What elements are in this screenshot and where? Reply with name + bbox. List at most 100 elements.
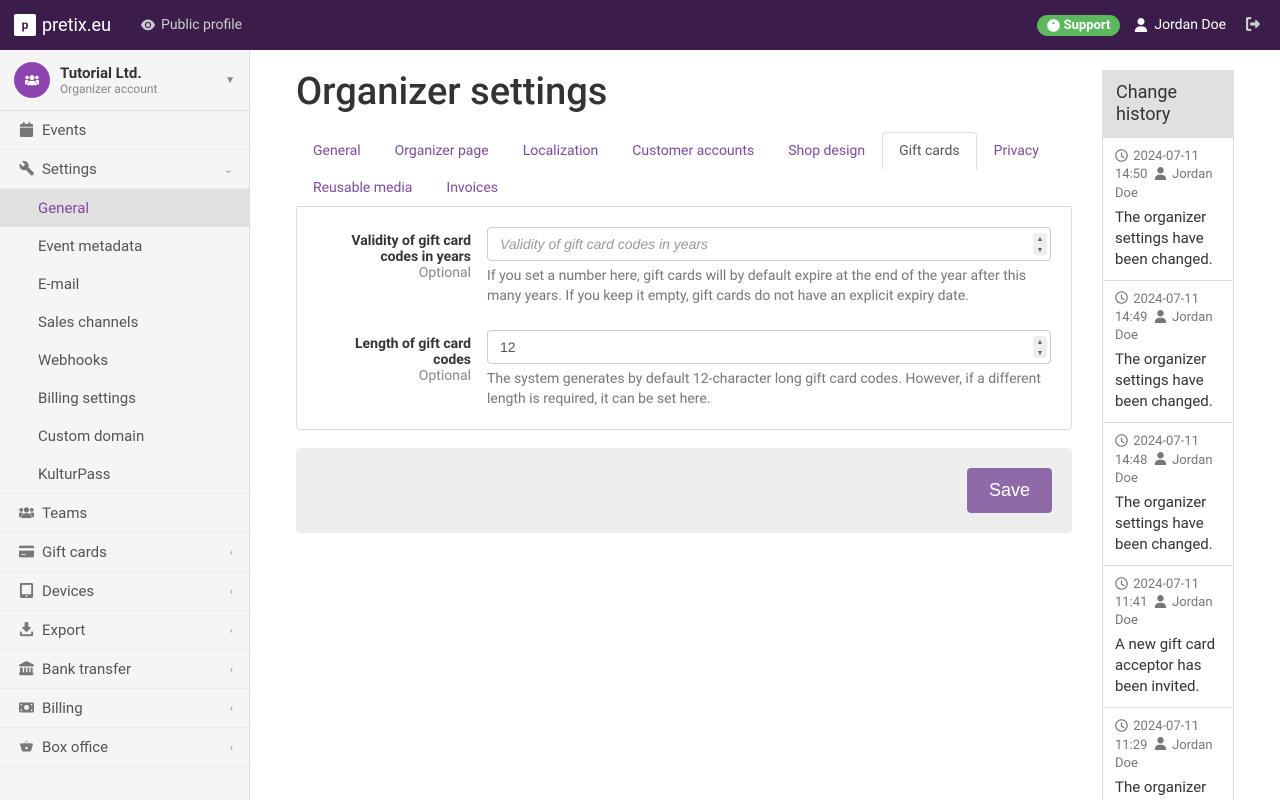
chevron-left-icon: ‹ <box>230 741 233 754</box>
sidebar-label: Billing <box>42 699 83 717</box>
org-avatar-icon <box>14 62 50 98</box>
save-bar: Save <box>296 448 1072 533</box>
money-icon <box>16 699 36 717</box>
basket-icon <box>16 738 36 756</box>
user-name: Jordan Doe <box>1154 17 1226 33</box>
validity-help: If you set a number here, gift cards wil… <box>487 267 1051 306</box>
org-switcher[interactable]: Tutorial Ltd. Organizer account ▼ <box>0 50 249 111</box>
sidebar-subitem-custom-domain[interactable]: Custom domain <box>0 417 249 455</box>
sidebar-subitem-kulturpass[interactable]: KulturPass <box>0 455 249 493</box>
chevron-left-icon: ‹ <box>230 624 233 637</box>
sidebar-item-teams[interactable]: Teams <box>0 494 249 533</box>
history-title: Change history <box>1102 70 1234 137</box>
history-meta: 2024-07-11 14:48 Jordan Doe <box>1115 433 1221 488</box>
tab-shop-design[interactable]: Shop design <box>771 132 882 170</box>
sidebar-item-export[interactable]: Export ‹ <box>0 611 249 650</box>
sidebar-subitem-webhooks[interactable]: Webhooks <box>0 341 249 379</box>
history-desc: The organizer settings have been changed… <box>1115 492 1221 555</box>
length-input[interactable] <box>487 330 1051 364</box>
sidebar-subitem-email[interactable]: E-mail <box>0 265 249 303</box>
sidebar-label: Export <box>42 621 85 639</box>
sidebar-item-billing[interactable]: Billing ‹ <box>0 689 249 728</box>
sidebar-label: Gift cards <box>42 543 107 561</box>
users-icon <box>16 504 36 522</box>
clock-icon <box>1115 577 1128 590</box>
validity-input[interactable] <box>487 227 1051 261</box>
user-icon <box>1154 167 1167 180</box>
history-item[interactable]: 2024-07-11 14:50 Jordan DoeThe organizer… <box>1102 137 1234 281</box>
info-icon <box>1047 19 1060 32</box>
history-desc: The organizer settings have been changed… <box>1115 349 1221 412</box>
sidebar-label: Bank transfer <box>42 660 131 678</box>
sidebar-label: Devices <box>42 582 94 600</box>
wrench-icon <box>16 160 36 178</box>
length-help: The system generates by default 12-chara… <box>487 370 1051 409</box>
eye-icon <box>141 18 155 32</box>
logo-icon: p <box>14 14 36 36</box>
sidebar-item-bank-transfer[interactable]: Bank transfer ‹ <box>0 650 249 689</box>
bank-icon <box>16 660 36 678</box>
support-badge[interactable]: Support <box>1037 15 1121 36</box>
brand[interactable]: p pretix.eu <box>14 14 111 36</box>
sidebar-item-events[interactable]: Events <box>0 111 249 150</box>
history-item[interactable]: 2024-07-11 14:49 Jordan DoeThe organizer… <box>1102 281 1234 424</box>
history-item[interactable]: 2024-07-11 14:48 Jordan DoeThe organizer… <box>1102 423 1234 566</box>
calendar-icon <box>16 121 36 139</box>
sidebar-item-gift-cards[interactable]: Gift cards ‹ <box>0 533 249 572</box>
sidebar-label: Box office <box>42 738 108 756</box>
sidebar-subitem-event-metadata[interactable]: Event metadata <box>0 227 249 265</box>
tab-general[interactable]: General <box>296 132 378 170</box>
spinner-icon[interactable]: ▲▼ <box>1033 336 1047 358</box>
clock-icon <box>1115 291 1128 304</box>
clock-icon <box>1115 149 1128 162</box>
history-meta: 2024-07-11 14:49 Jordan Doe <box>1115 291 1221 346</box>
history-meta: 2024-07-11 11:41 Jordan Doe <box>1115 576 1221 631</box>
org-subtitle: Organizer account <box>60 82 225 96</box>
tab-privacy[interactable]: Privacy <box>977 132 1056 170</box>
user-icon <box>1154 310 1167 323</box>
user-icon <box>1154 595 1167 608</box>
history-item[interactable]: 2024-07-11 11:41 Jordan DoeA new gift ca… <box>1102 566 1234 709</box>
sidebar-label: Settings <box>42 160 97 178</box>
user-icon <box>1134 18 1148 32</box>
sidebar-subitem-sales-channels[interactable]: Sales channels <box>0 303 249 341</box>
history-item[interactable]: 2024-07-11 11:29 Jordan DoeThe organizer… <box>1102 708 1234 800</box>
sidebar: Tutorial Ltd. Organizer account ▼ Events… <box>0 50 250 800</box>
sidebar-item-box-office[interactable]: Box office ‹ <box>0 728 249 767</box>
sidebar-label: Events <box>42 121 86 139</box>
download-icon <box>16 621 36 639</box>
length-label: Length of gift card codes <box>317 336 471 368</box>
clock-icon <box>1115 719 1128 732</box>
logout-icon <box>1246 17 1260 31</box>
history-desc: The organizer settings have been changed… <box>1115 207 1221 270</box>
change-history: Change history 2024-07-11 14:50 Jordan D… <box>1102 70 1234 800</box>
user-menu[interactable]: Jordan Doe <box>1134 17 1226 33</box>
tab-gift-cards[interactable]: Gift cards <box>882 132 977 170</box>
card-icon <box>16 543 36 561</box>
chevron-left-icon: ‹ <box>230 663 233 676</box>
save-button[interactable]: Save <box>967 468 1052 513</box>
public-profile-link[interactable]: Public profile <box>129 17 254 33</box>
sidebar-subitem-billing-settings[interactable]: Billing settings <box>0 379 249 417</box>
public-profile-label: Public profile <box>161 17 242 33</box>
tab-reusable-media[interactable]: Reusable media <box>296 169 429 207</box>
history-meta: 2024-07-11 14:50 Jordan Doe <box>1115 148 1221 203</box>
history-desc: A new gift card acceptor has been invite… <box>1115 634 1221 697</box>
validity-label: Validity of gift card codes in years <box>317 233 471 265</box>
spinner-icon[interactable]: ▲▼ <box>1033 233 1047 255</box>
page-title: Organizer settings <box>296 70 1072 114</box>
tab-customer-accounts[interactable]: Customer accounts <box>615 132 771 170</box>
caret-down-icon: ▼ <box>225 75 235 86</box>
logout-button[interactable] <box>1240 17 1266 33</box>
tablet-icon <box>16 582 36 600</box>
tab-localization[interactable]: Localization <box>506 132 616 170</box>
sidebar-item-devices[interactable]: Devices ‹ <box>0 572 249 611</box>
top-navbar: p pretix.eu Public profile Support Jorda… <box>0 0 1280 50</box>
sidebar-item-settings[interactable]: Settings ⌄ <box>0 150 249 189</box>
chevron-left-icon: ‹ <box>230 702 233 715</box>
tab-invoices[interactable]: Invoices <box>429 169 515 207</box>
tabs: General Organizer page Localization Cust… <box>296 132 1072 207</box>
sidebar-subitem-general[interactable]: General <box>0 189 249 227</box>
tab-organizer-page[interactable]: Organizer page <box>378 132 506 170</box>
optional-label: Optional <box>317 265 471 281</box>
